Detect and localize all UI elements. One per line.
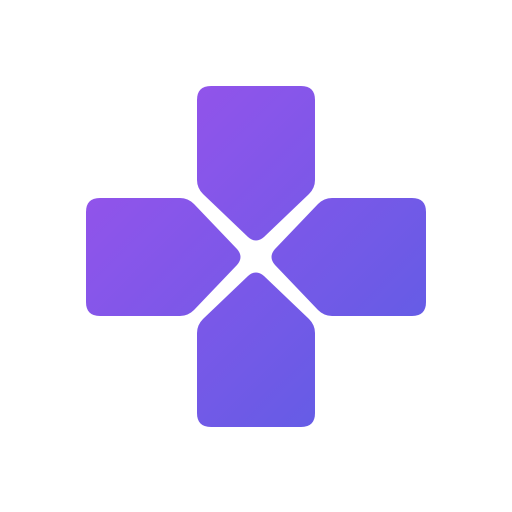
dpad-right-arm <box>271 198 426 316</box>
dpad-icon <box>86 86 426 427</box>
dpad-left-arm <box>86 198 241 316</box>
dpad-up-arm <box>197 86 315 241</box>
app-icon-canvas <box>0 0 512 512</box>
dpad-down-arm <box>197 272 315 427</box>
